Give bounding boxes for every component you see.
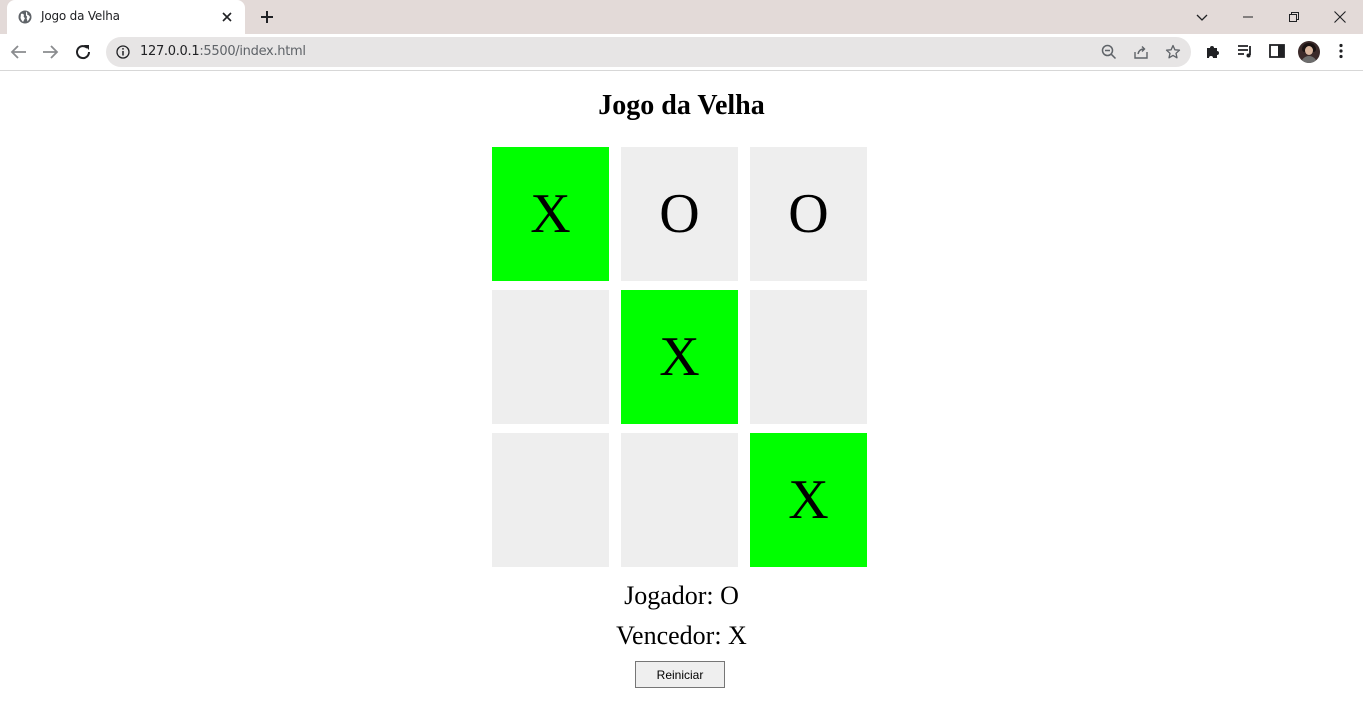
side-panel-icon[interactable] [1268, 42, 1286, 60]
back-arrow-icon[interactable] [9, 42, 29, 62]
close-icon [1334, 11, 1346, 23]
url-host: 127.0.0.1 [140, 44, 200, 59]
board-cell[interactable] [750, 290, 867, 424]
tab-title: Jogo da Velha [41, 9, 120, 23]
extensions-puzzle-icon[interactable] [1204, 42, 1222, 60]
game-board: X O O X X [492, 147, 868, 567]
menu-kebab-icon[interactable] [1332, 42, 1350, 60]
avatar-face-shape [1305, 46, 1313, 55]
board-cell[interactable]: O [750, 147, 867, 281]
avatar-body-shape [1301, 56, 1317, 63]
address-bar[interactable]: 127.0.0.1:5500/index.html [106, 37, 1191, 67]
minimize-button[interactable] [1225, 0, 1271, 34]
share-icon[interactable] [1133, 44, 1149, 60]
page-title: Jogo da Velha [598, 90, 765, 121]
tab-search-button[interactable] [1179, 0, 1225, 34]
bookmark-star-icon[interactable] [1165, 44, 1181, 60]
minimize-icon [1243, 16, 1253, 18]
close-tab-icon[interactable] [219, 9, 235, 25]
globe-icon [18, 10, 32, 24]
new-tab-icon[interactable] [258, 8, 276, 26]
board-cell[interactable]: O [621, 147, 738, 281]
board-cell[interactable]: X [621, 290, 738, 424]
board-cell[interactable] [621, 433, 738, 567]
restart-button[interactable]: Reiniciar [635, 661, 725, 688]
forward-arrow-icon[interactable] [40, 42, 60, 62]
info-icon[interactable] [116, 45, 130, 59]
winner-text: Vencedor: X [616, 621, 747, 650]
url-text[interactable]: 127.0.0.1:5500/index.html [140, 44, 306, 59]
board-cell[interactable]: X [750, 433, 867, 567]
restore-icon [1289, 12, 1299, 22]
close-window-button[interactable] [1317, 0, 1363, 34]
url-path: :5500/index.html [199, 44, 306, 59]
media-queue-icon[interactable] [1236, 42, 1254, 60]
tab-strip: Jogo da Velha [0, 0, 1363, 34]
board-cell[interactable] [492, 290, 609, 424]
chevron-down-icon [1196, 14, 1208, 21]
reload-icon[interactable] [73, 42, 93, 62]
profile-avatar[interactable] [1298, 41, 1320, 63]
restore-button[interactable] [1271, 0, 1317, 34]
browser-toolbar: 127.0.0.1:5500/index.html [0, 34, 1363, 71]
browser-tab[interactable]: Jogo da Velha [7, 0, 245, 34]
current-player-text: Jogador: O [624, 581, 739, 610]
board-cell[interactable] [492, 433, 609, 567]
board-cell[interactable]: X [492, 147, 609, 281]
zoom-icon[interactable] [1101, 44, 1117, 60]
